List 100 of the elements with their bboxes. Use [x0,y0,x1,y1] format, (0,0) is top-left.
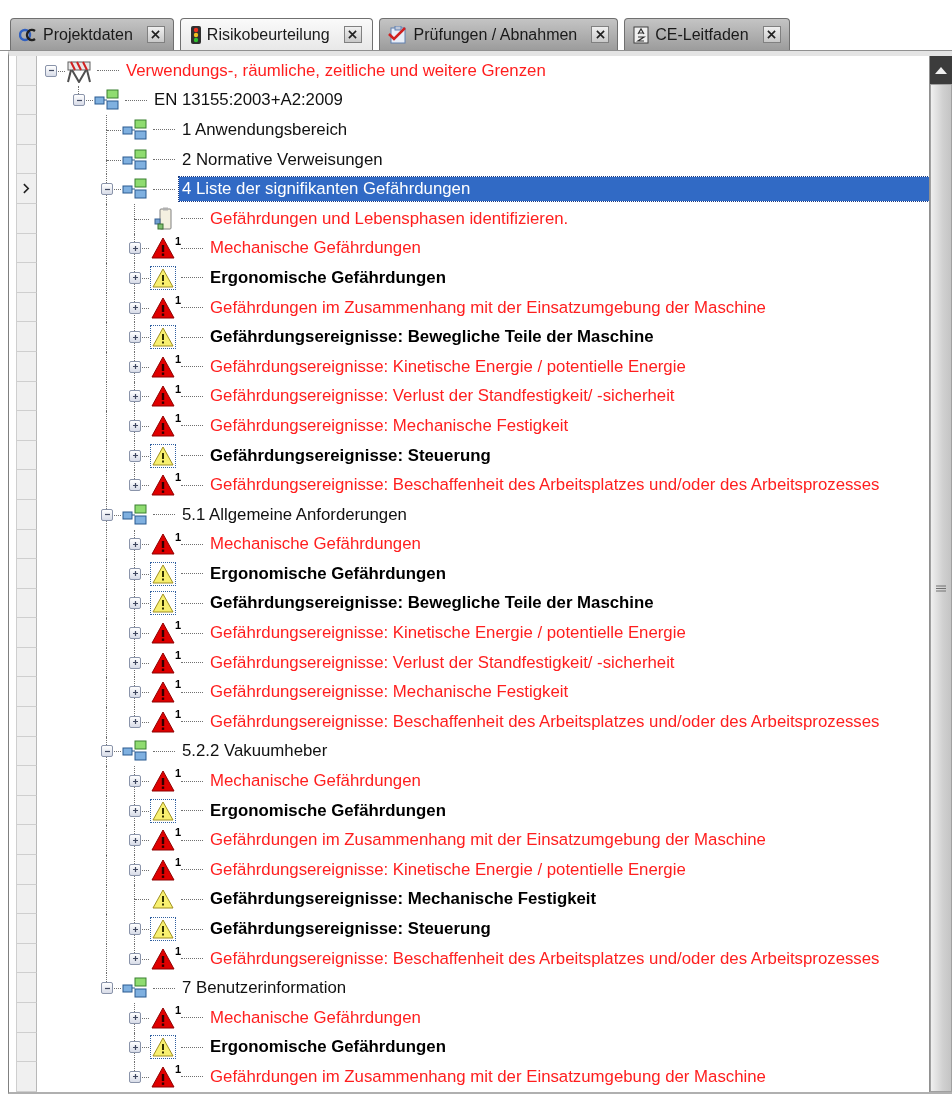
row-header-cell[interactable] [16,115,37,145]
tree-item-label[interactable]: 5.1 Allgemeine Anforderungen [179,502,410,527]
expand-toggle[interactable] [129,804,141,817]
tree-item-label[interactable]: 1 Anwendungsbereich [179,118,351,142]
row-header-cell[interactable] [16,855,37,885]
expand-toggle[interactable] [129,360,141,373]
row-header-cell[interactable] [16,736,37,767]
tab[interactable]: Projektdaten [10,18,174,50]
expand-toggle[interactable] [129,834,141,847]
tree-item-label[interactable]: Gefährdungsereignisse: Beschaffenheit des Arbeitsplatzes und/oder des Arbeitsprozesses [207,946,883,971]
row-header-cell[interactable] [16,529,37,560]
tree-item-label[interactable]: Gefährdungsereignisse: Kinetische Energie / potentielle Energie [207,621,689,646]
row-header-cell[interactable] [16,203,37,234]
tree-item-label[interactable]: 4 Liste der signifikanten Gefährdungen [179,177,929,202]
row-header-cell[interactable] [16,233,37,264]
row-header-cell[interactable] [16,470,37,500]
scrollbar-thumb[interactable] [930,84,952,1092]
row-header-cell[interactable] [16,618,37,648]
row-header-cell[interactable] [16,1032,37,1063]
row-header-cell[interactable] [16,707,37,737]
tree-item-label[interactable]: Ergonomische Gefährdungen [207,798,449,823]
collapse-toggle[interactable] [101,183,113,196]
tree-item-label[interactable]: Verwendungs-, räumliche, zeitliche und weitere Grenzen [123,58,549,83]
expand-toggle[interactable] [129,863,141,876]
expand-toggle[interactable] [129,538,141,551]
row-header-cell[interactable] [16,884,37,915]
row-header-cell[interactable] [16,440,37,471]
tree-item-label[interactable]: Gefährdungen im Zusammenhang mit der Einsatzumgebung der Maschine [207,295,769,320]
tree-item-label[interactable]: Gefährdungen und Lebensphasen identifizieren. [207,206,572,231]
tab[interactable]: Prüfungen / Abnahmen [378,18,619,50]
tree-item-label[interactable]: Gefährdungsereignisse: Verlust der Standfestigkeit/ -sicherheit [207,650,678,675]
row-header-cell[interactable] [16,85,37,116]
expand-toggle[interactable] [129,419,141,432]
tab-close-button[interactable] [343,26,362,43]
expand-toggle[interactable] [129,479,141,492]
expand-toggle[interactable] [129,597,141,610]
expand-toggle[interactable] [129,715,141,728]
tree-item-label[interactable]: Gefährdungsereignisse: Steuerung [207,443,494,468]
row-header-cell[interactable] [16,795,37,826]
expand-toggle[interactable] [129,627,141,640]
expand-toggle[interactable] [129,449,141,462]
tree-item-label[interactable]: 5.2.2 Vakuumheber [179,739,331,764]
row-header-cell[interactable] [16,1062,37,1092]
expand-toggle[interactable] [129,301,141,314]
row-header-cell[interactable] [16,351,37,382]
tree-item-label[interactable]: Mechanische Gefährdungen [207,1005,424,1030]
tree-item-label[interactable]: Ergonomische Gefährdungen [207,1035,449,1060]
tree-item-label[interactable]: Gefährdungsereignisse: Kinetische Energie / potentielle Energie [207,857,689,882]
collapse-toggle[interactable] [101,745,113,758]
tree-item-label[interactable]: Gefährdungen im Zusammenhang mit der Einsatzumgebung der Maschine [207,828,769,853]
tab-close-button[interactable] [591,26,610,43]
expand-toggle[interactable] [129,390,141,403]
row-header-cell[interactable] [16,766,37,796]
tree-item-label[interactable]: Ergonomische Gefährdungen [207,265,449,290]
scroll-up-button[interactable] [930,56,952,84]
row-header-cell[interactable] [16,411,37,441]
row-header-cell[interactable] [16,647,37,678]
expand-toggle[interactable] [129,567,141,580]
expand-toggle[interactable] [129,952,141,965]
expand-toggle[interactable] [129,1011,141,1024]
row-header-cell[interactable] [16,263,37,293]
row-header-cell[interactable] [16,588,37,619]
collapse-toggle[interactable] [101,982,113,995]
tree-item-label[interactable]: Mechanische Gefährdungen [207,532,424,557]
expand-toggle[interactable] [129,1071,141,1083]
tree-item-label[interactable]: Gefährdungsereignisse: Mechanische Festigkeit [207,680,572,705]
tab[interactable]: Risikobeurteilung [179,18,373,50]
expand-toggle[interactable] [129,331,141,344]
tree-item-label[interactable]: Gefährdungsereignisse: Mechanische Festigkeit [207,413,572,438]
expand-toggle[interactable] [129,656,141,669]
expand-toggle[interactable] [129,1041,141,1054]
tree-item-label[interactable]: 7 Benutzerinformation [179,976,350,1001]
expand-toggle[interactable] [129,775,141,788]
tree-item-label[interactable]: Gefährdungsereignisse: Beschaffenheit des Arbeitsplatzes und/oder des Arbeitsprozesses [207,473,883,498]
tree-item-label[interactable]: Gefährdungsereignisse: Steuerung [207,917,494,941]
row-header-cell[interactable] [16,174,37,204]
tree-item-label[interactable]: Gefährdungsereignisse: Beschaffenheit des Arbeitsplatzes und/oder des Arbeitsprozesses [207,709,883,734]
tree-item-label[interactable]: Gefährdungsereignisse: Bewegliche Teile der Maschine [207,591,657,616]
row-header-cell[interactable] [16,1003,37,1033]
tree-item-label[interactable]: Gefährdungsereignisse: Bewegliche Teile der Maschine [207,325,657,350]
tree-item-label[interactable]: Mechanische Gefährdungen [207,236,424,261]
row-header-cell[interactable] [16,914,37,944]
tree-item-label[interactable]: Gefährdungsereignisse: Kinetische Energie / potentielle Energie [207,354,689,379]
expand-toggle[interactable] [129,923,141,935]
expand-toggle[interactable] [129,271,141,284]
tree-item-label[interactable]: Mechanische Gefährdungen [207,769,424,794]
tree-item-label[interactable]: EN 13155:2003+A2:2009 [151,88,346,113]
row-header-cell[interactable] [16,56,37,86]
collapse-toggle[interactable] [73,94,85,107]
row-header-cell[interactable] [16,381,37,412]
row-header-cell[interactable] [16,559,37,589]
row-header-cell[interactable] [16,144,37,175]
row-header-cell[interactable] [16,499,37,530]
row-header-cell[interactable] [16,677,37,708]
tree-item-label[interactable]: Gefährdungen im Zusammenhang mit der Einsatzumgebung der Maschine [207,1065,769,1089]
row-header-cell[interactable] [16,322,37,352]
tab[interactable]: CE-Leitfaden [624,18,790,50]
tree-item-label[interactable]: 2 Normative Verweisungen [179,147,386,172]
row-header-cell[interactable] [16,973,37,1003]
row-header-cell[interactable] [16,825,37,856]
